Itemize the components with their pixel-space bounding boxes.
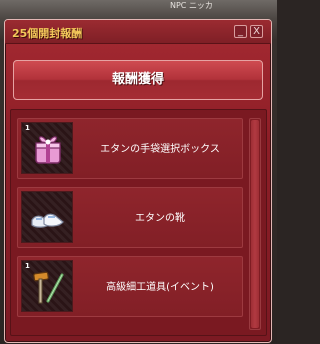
close-button[interactable]: X [250,25,263,38]
scrollbar-thumb[interactable] [251,120,259,328]
reward-item[interactable]: 1 エタンの手袋選択ボックス [17,118,243,179]
item-name: 高級細工道具(イベント) [106,282,214,293]
reward-window: 25個開封報酬 _ X 報酬獲得 1 エタンの手袋選択ボックス エタンの靴 1 … [4,19,272,343]
item-slot[interactable]: 1 [21,122,73,174]
shoes-icon [31,213,64,228]
window-title: 25個開封報酬 [12,27,83,40]
list-scrollbar[interactable] [249,118,261,330]
claim-reward-button[interactable]: 報酬獲得 [13,60,263,100]
npc-name-label: NPC ニッカ [170,1,213,10]
item-slot[interactable]: 1 [21,260,73,312]
reward-list: 1 エタンの手袋選択ボックス エタンの靴 1 高級細工道具(イベント) [10,109,267,336]
gift-box-icon [35,136,61,164]
hammer-tool-icon [33,271,64,304]
reward-item[interactable]: エタンの靴 [17,187,243,248]
item-name: エタンの手袋選択ボックス [100,144,220,155]
item-slot[interactable] [21,191,73,243]
minimize-button[interactable]: _ [234,25,247,38]
window-titlebar[interactable]: 25個開封報酬 _ X [5,20,271,44]
reward-item[interactable]: 1 高級細工道具(イベント) [17,256,243,317]
item-name: エタンの靴 [135,213,185,224]
